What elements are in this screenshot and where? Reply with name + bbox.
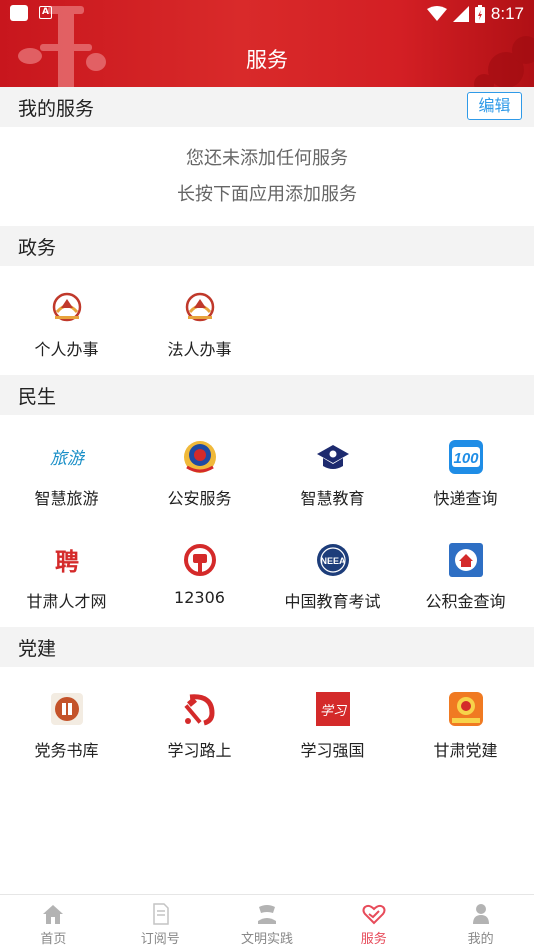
service-row: 个人办事 法人办事 [0,274,534,374]
battery-icon [474,5,485,23]
person-icon [472,904,489,924]
service-12306[interactable]: 12306 [133,526,266,626]
notification-icon [10,5,28,21]
empty-message-line1: 您还未添加任何服务 [186,148,348,169]
cellular-signal-icon [452,6,469,22]
svg-text:旅游: 旅游 [50,449,85,469]
education-cap-icon [316,445,349,469]
gov-emblem-icon [185,292,214,322]
service-express-query[interactable]: 100 快递查询 [399,423,532,523]
bottom-tab-bar: 首页 订阅号 文明实践 服务 我的 [0,894,534,950]
svg-text:100: 100 [453,450,479,467]
police-badge-icon [183,441,216,473]
service-label: 学习路上 [167,741,232,760]
tab-label: 订阅号 [140,932,180,947]
app-header: A 8:17 服务 [0,0,534,87]
service-label: 智慧旅游 [34,489,99,508]
service-label: 快递查询 [433,489,498,508]
page-title: 服务 [246,48,288,72]
tab-service[interactable]: 服务 [320,895,427,950]
service-police[interactable]: 公安服务 [133,423,266,523]
tab-label: 服务 [360,932,387,947]
service-label: 公安服务 [167,489,232,508]
practice-icon [257,905,276,924]
xuexi-icon: 学习 [315,692,350,726]
service-row: 党务书库 学习路上 学习 学习强国 甘肃党建 [0,675,534,775]
gov-emblem-icon [52,292,81,322]
empty-message-line2: 长按下面应用添加服务 [177,184,357,205]
section-header-party: 党建 [0,627,534,667]
service-personal-affairs[interactable]: 个人办事 [0,274,133,374]
svg-text:学习: 学习 [319,703,347,719]
svg-text:NEEA: NEEA [320,556,346,566]
tab-label: 文明实践 [240,932,293,947]
gansu-party-icon [448,692,483,726]
service-heart-icon [362,904,386,925]
service-china-education-exam[interactable]: NEEA 中国教育考试 [266,526,399,626]
travel-icon: 旅游 [50,449,85,469]
section-title: 我的服务 [18,98,95,120]
section-header-gov: 政务 [0,226,534,266]
wifi-icon [426,6,447,21]
empty-services-message: 您还未添加任何服务 长按下面应用添加服务 [0,126,534,226]
section-title: 民生 [18,386,57,408]
tab-label: 首页 [40,932,67,947]
neea-icon: NEEA [316,544,349,576]
edit-button[interactable]: 编辑 [467,92,522,120]
service-label: 甘肃人才网 [26,592,107,611]
home-icon [43,905,64,924]
service-label: 甘肃党建 [433,741,498,760]
service-party-library[interactable]: 党务书库 [0,675,133,775]
service-label: 学习强国 [300,741,365,760]
service-study-road[interactable]: 学习路上 [133,675,266,775]
service-smart-travel[interactable]: 旅游 智慧旅游 [0,423,133,523]
tab-home[interactable]: 首页 [0,895,107,950]
section-title: 政务 [18,237,57,259]
tab-mine[interactable]: 我的 [427,895,534,950]
service-xuexi-qiangguo[interactable]: 学习 学习强国 [266,675,399,775]
hammer-sickle-icon [183,694,215,726]
status-bar: A 8:17 [0,0,534,28]
party-library-icon [50,693,83,725]
subscribe-icon [153,903,169,925]
service-label: 智慧教育 [300,489,365,508]
app-notification-icon: A [39,6,52,19]
recruit-icon: 聘 [55,548,79,576]
service-corporate-affairs[interactable]: 法人办事 [133,274,266,374]
housing-fund-icon [448,543,483,577]
service-label: 个人办事 [34,340,99,359]
service-gansu-talent[interactable]: 聘 甘肃人才网 [0,526,133,626]
service-label: 党务书库 [34,741,99,760]
service-row: 聘 甘肃人才网 12306 NEEA 中国教育考试 公积金查询 [0,526,534,626]
section-title: 党建 [18,638,57,660]
service-label: 12306 [174,588,225,607]
service-label: 中国教育考试 [284,592,381,611]
section-header-livelihood: 民生 [0,375,534,415]
my-services-header: 我的服务 编辑 [0,87,534,127]
service-label: 法人办事 [167,340,232,359]
service-gansu-party-building[interactable]: 甘肃党建 [399,675,532,775]
express-100-icon: 100 [448,440,483,474]
tab-label: 我的 [467,932,494,947]
service-housing-fund[interactable]: 公积金查询 [399,526,532,626]
service-row: 旅游 智慧旅游 公安服务 智慧教育 100 快递查询 [0,423,534,523]
railway-icon [183,544,216,576]
tab-civilization-practice[interactable]: 文明实践 [214,895,321,950]
svg-text:聘: 聘 [55,548,79,576]
tab-subscribe[interactable]: 订阅号 [107,895,214,950]
service-label: 公积金查询 [425,592,506,611]
service-smart-education[interactable]: 智慧教育 [266,423,399,523]
clock: 8:17 [490,4,524,23]
